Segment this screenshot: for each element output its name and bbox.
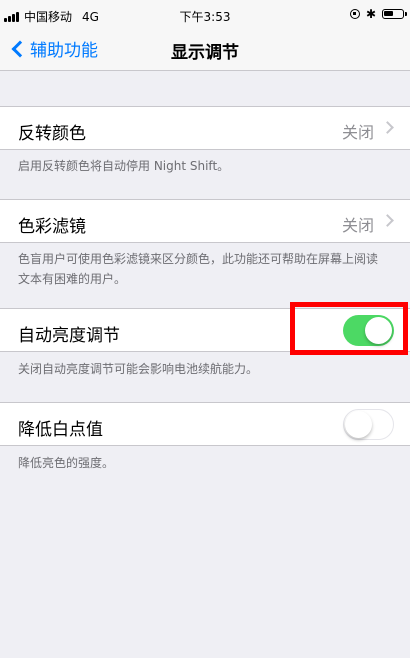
reduce-white-point-footer: 降低亮色的强度。	[18, 456, 115, 470]
orientation-lock-icon	[349, 9, 360, 19]
auto-brightness-toggle[interactable]	[343, 315, 394, 346]
battery-icon	[382, 9, 407, 19]
color-filters-footer: 色盲用户可使用色彩滤镜来区分颜色，此功能还可帮助在屏幕上阅读文本有困难的用户。	[18, 252, 379, 286]
status-bar-right: ✱	[349, 7, 407, 21]
invert-colors-row[interactable]: 反转颜色 关闭	[0, 106, 410, 150]
auto-brightness-footer: 关闭自动亮度调节可能会影响电池续航能力。	[18, 362, 259, 376]
toggle-knob	[365, 317, 392, 344]
reduce-white-point-toggle[interactable]	[343, 409, 394, 440]
toggle-knob	[345, 410, 372, 438]
back-button[interactable]: 辅助功能	[8, 36, 98, 61]
invert-colors-label: 反转颜色	[18, 124, 86, 144]
color-filters-label: 色彩滤镜	[18, 217, 86, 237]
invert-colors-footer: 启用反转颜色将自动停用 Night Shift。	[18, 159, 230, 173]
reduce-white-point-row: 降低白点值	[0, 402, 410, 446]
navigation-bar: 辅助功能 显示调节	[0, 30, 410, 71]
auto-brightness-label: 自动亮度调节	[18, 326, 120, 346]
reduce-white-point-label: 降低白点值	[18, 420, 103, 440]
chevron-left-icon	[11, 40, 29, 57]
color-filters-value: 关闭	[341, 216, 374, 235]
status-bar: 中国移动 4G 下午3:53 ✱	[0, 0, 410, 30]
bluetooth-icon: ✱	[365, 7, 376, 21]
invert-colors-value: 关闭	[341, 123, 374, 142]
chevron-right-icon	[381, 214, 394, 227]
status-time: 下午3:53	[179, 10, 231, 24]
auto-brightness-row: 自动亮度调节	[0, 308, 410, 352]
back-button-label: 辅助功能	[30, 41, 98, 61]
chevron-right-icon	[381, 121, 394, 134]
color-filters-row[interactable]: 色彩滤镜 关闭	[0, 199, 410, 243]
